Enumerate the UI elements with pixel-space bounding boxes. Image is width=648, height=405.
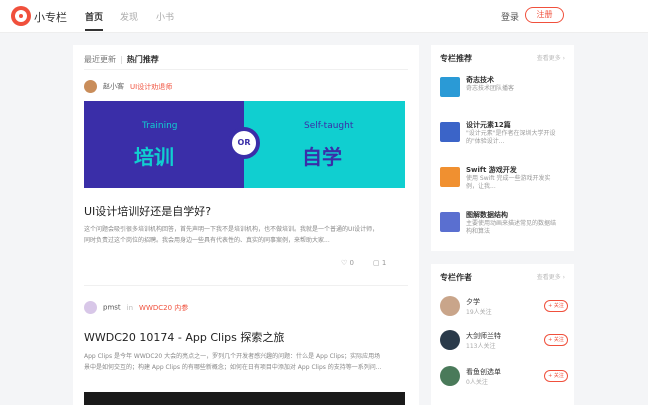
in-label: in (126, 303, 134, 312)
banner-right-cn: 自学 (302, 145, 342, 169)
view-more-link[interactable]: 查看更多 › (537, 53, 565, 62)
banner-left-cn: 培训 (134, 145, 174, 169)
recommended-columns: 专栏推荐 查看更多 › 奇志技术 奇志技术团队播客 设计元素12篇 "设计元素"… (431, 45, 574, 251)
tab-separator: | (120, 55, 123, 64)
column-item[interactable]: 奇志技术 奇志技术团队播客 (440, 75, 568, 107)
post-author-row: 赵小客 UI设计劝退师 (84, 80, 172, 93)
post-author-row: pmst in WWDC20 内参 (84, 301, 188, 314)
like-count[interactable]: ♡ 0 (341, 259, 354, 267)
avatar[interactable] (84, 80, 97, 93)
feed-panel: 最近更新 | 热门推荐 赵小客 UI设计劝退师 Training 培训 Self-ta… (73, 45, 419, 405)
column-item[interactable]: Swift 游戏开发 使用 Swift 完成一些游戏开发实例，让我... (440, 165, 568, 197)
heart-icon: ♡ (341, 259, 350, 267)
author-name[interactable]: 大剑师兰特 (466, 331, 501, 341)
author-name[interactable]: pmst (103, 304, 121, 312)
post-title[interactable]: WWDC20 10174 - App Clips 探索之旅 (84, 329, 284, 345)
author-item: 夕学 19人关注 + 关注 (440, 296, 568, 322)
tab-recent[interactable]: 最近更新 (84, 55, 116, 64)
divider (84, 69, 408, 70)
follower-count: 0人关注 (466, 379, 488, 386)
post-summary: 这个问题会吸引很多培训机构回答，首先声明一下我不是培训机构，也不做培训。我就是一… (84, 226, 379, 244)
comment-count[interactable]: ▢ 1 (373, 259, 386, 267)
column-item[interactable]: 设计元素12篇 "设计元素"是作者在深圳大学开设的"体验设计... (440, 120, 568, 152)
follower-count: 19人关注 (466, 309, 492, 316)
column-cover (440, 212, 460, 232)
comment-icon: ▢ (373, 259, 382, 267)
follower-count: 113人关注 (466, 343, 496, 350)
column-cover (440, 77, 460, 97)
feed-tabs: 最近更新 | 热门推荐 (84, 54, 159, 65)
column-name: 奇志技术 (466, 76, 494, 84)
divider (84, 285, 408, 286)
author-item: 看鱼创选单 0人关注 + 关注 (440, 366, 568, 392)
column-desc: "设计元素"是作者在深圳大学开设的"体验设计... (466, 130, 556, 145)
column-item[interactable]: 图解数据结构 主要使用动画来描述常见的数据结构和算法 (440, 210, 568, 242)
post-cover-image[interactable]: Training 培训 Self-taught 自学 OR (84, 101, 405, 188)
follow-button[interactable]: + 关注 (544, 334, 568, 346)
brand-name[interactable]: 小专栏 (34, 9, 67, 25)
nav-discover[interactable]: 发现 (120, 10, 138, 23)
column-desc: 使用 Swift 完成一些游戏开发实例，让我... (466, 175, 551, 190)
post-summary: App Clips 是今年 WWDC20 大会的亮点之一，罗列几个开发者感兴趣的… (84, 353, 382, 371)
logo-icon[interactable] (11, 6, 31, 26)
banner-left-en: Training (142, 121, 178, 131)
author-item: 大剑师兰特 113人关注 + 关注 (440, 330, 568, 356)
column-name: 设计元素12篇 (466, 121, 511, 129)
follow-button[interactable]: + 关注 (544, 370, 568, 382)
author-name[interactable]: 看鱼创选单 (466, 367, 501, 377)
avatar[interactable] (440, 330, 460, 350)
nav-booklets[interactable]: 小书 (156, 10, 174, 23)
post-title[interactable]: UI设计培训好还是自学好? (84, 203, 211, 219)
avatar[interactable] (440, 366, 460, 386)
column-cover (440, 167, 460, 187)
follow-button[interactable]: + 关注 (544, 300, 568, 312)
login-link[interactable]: 登录 (501, 10, 519, 23)
column-authors: 专栏作者 查看更多 › 夕学 19人关注 + 关注 大剑师兰特 113人关注 +… (431, 264, 574, 405)
author-name[interactable]: 夕学 (466, 297, 480, 307)
column-tag[interactable]: WWDC20 内参 (139, 304, 188, 312)
nav-home[interactable]: 首页 (85, 10, 104, 31)
post-cover-image[interactable] (84, 392, 405, 405)
banner-right-en: Self-taught (304, 121, 354, 131)
column-desc: 奇志技术团队播客 (466, 85, 515, 92)
banner-or-badge: OR (228, 127, 260, 159)
view-more-link[interactable]: 查看更多 › (537, 272, 565, 281)
section-title: 专栏作者 (440, 273, 472, 282)
avatar[interactable] (440, 296, 460, 316)
column-tag[interactable]: UI设计劝退师 (130, 83, 172, 91)
top-bar: 小专栏 首页 发现 小书 登录 注册 (0, 0, 648, 33)
column-name: 图解数据结构 (466, 211, 508, 219)
column-desc: 主要使用动画来描述常见的数据结构和算法 (466, 220, 557, 235)
tab-hot[interactable]: 热门推荐 (127, 55, 159, 64)
avatar[interactable] (84, 301, 97, 314)
author-name[interactable]: 赵小客 (103, 83, 124, 91)
section-title: 专栏推荐 (440, 54, 472, 63)
column-cover (440, 122, 460, 142)
register-button[interactable]: 注册 (525, 7, 564, 23)
column-name: Swift 游戏开发 (466, 166, 517, 174)
